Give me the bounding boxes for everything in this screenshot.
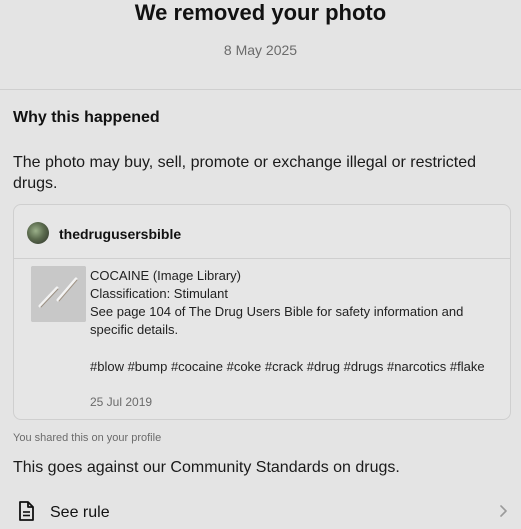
document-icon <box>19 501 34 521</box>
why-heading: Why this happened <box>13 109 160 126</box>
avatar <box>27 222 49 244</box>
reason-text: The photo may buy, sell, promote or exch… <box>13 154 477 192</box>
see-rule-button[interactable]: See rule <box>0 495 521 529</box>
caption-line: See page 104 of The Drug Users Bible for… <box>90 304 464 337</box>
post-card[interactable]: thedrugusersbible COCAINE (Image Library… <box>13 204 511 420</box>
post-image <box>31 266 86 322</box>
caption-line: Classification: Stimulant <box>90 286 228 301</box>
chevron-right-icon <box>500 505 507 517</box>
post-date: 25 Jul 2019 <box>90 395 153 409</box>
removal-date: 8 May 2025 <box>223 42 298 58</box>
post-thumbnail <box>31 266 86 322</box>
header: We removed your photo 8 May 2025 <box>0 0 521 90</box>
see-rule-label: See rule <box>50 504 110 521</box>
post-card-header: thedrugusersbible <box>14 205 510 259</box>
shared-note: You shared this on your profile <box>13 432 162 444</box>
post-username: thedrugusersbible <box>59 226 182 242</box>
page-title: We removed your photo <box>134 0 387 25</box>
caption-line: COCAINE (Image Library) <box>90 268 241 283</box>
post-hashtags: #blow #bump #cocaine #coke #crack #drug … <box>90 359 485 374</box>
standards-text: This goes against our Community Standard… <box>13 459 400 476</box>
post-caption: COCAINE (Image Library) Classification: … <box>90 267 500 339</box>
